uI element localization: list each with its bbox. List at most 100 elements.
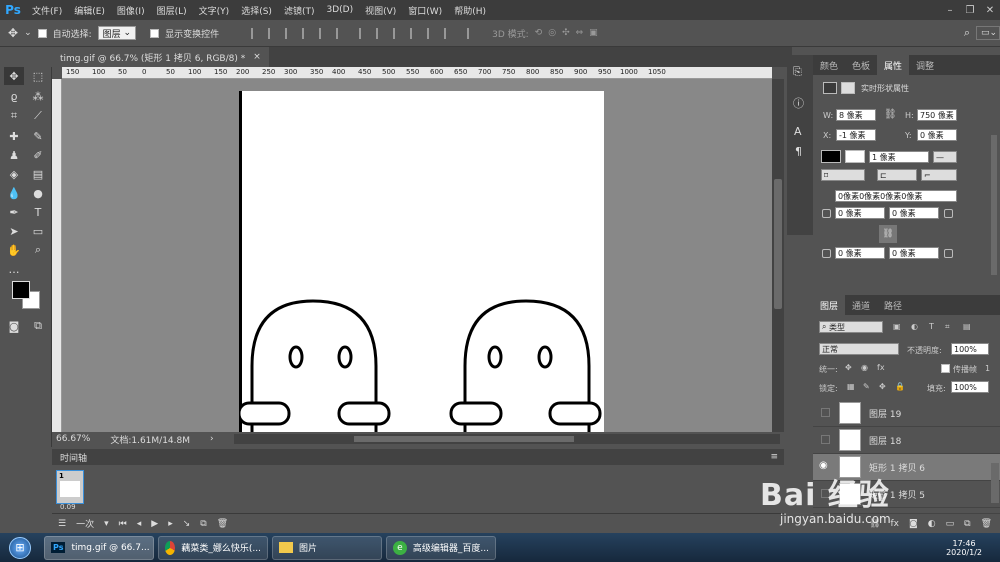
show-transform-checkbox[interactable] xyxy=(150,28,160,38)
menu-edit[interactable]: 编辑(E) xyxy=(68,4,111,17)
menu-filter[interactable]: 滤镜(T) xyxy=(278,4,321,17)
document-canvas[interactable] xyxy=(237,91,604,432)
vertical-scrollbar[interactable] xyxy=(772,79,784,432)
corner-tl-field[interactable]: 0 像素 xyxy=(835,207,885,219)
eraser-icon[interactable]: ◈ xyxy=(4,165,24,183)
layer-row[interactable]: 图层 19 xyxy=(813,400,1000,427)
3d-scale-icon[interactable]: ▣ xyxy=(589,28,598,38)
align-top-icon[interactable] xyxy=(251,27,262,39)
history-brush-icon[interactable]: ✐ xyxy=(28,146,48,164)
clone-stamp-icon[interactable]: ♟ xyxy=(4,146,24,164)
delete-layer-icon[interactable]: 🗑 xyxy=(981,519,992,529)
hscroll-thumb[interactable] xyxy=(353,436,574,442)
layers-scrollbar[interactable] xyxy=(991,463,999,503)
fill-swatch[interactable] xyxy=(821,150,841,163)
3d-slide-icon[interactable]: ⇔ xyxy=(576,28,584,38)
search-icon[interactable]: ⌕ xyxy=(964,26,970,40)
move-tool-icon[interactable]: ✥ xyxy=(8,26,18,40)
tab-channels[interactable]: 通道 xyxy=(845,295,877,315)
more-tools-icon[interactable]: … xyxy=(4,260,24,278)
close-icon[interactable]: ✕ xyxy=(980,0,1000,20)
move-tool-icon[interactable]: ✥ xyxy=(4,67,24,85)
layer-filter-dropdown[interactable]: ⌕ 类型 xyxy=(819,321,883,333)
new-group-icon[interactable]: ▭ xyxy=(946,519,955,529)
visibility-toggle[interactable] xyxy=(821,435,830,444)
width-field[interactable]: 8 像素 xyxy=(836,109,876,121)
link-icon[interactable]: ⛓ xyxy=(884,109,897,120)
lock-pixels-icon[interactable]: ✎ xyxy=(863,382,870,391)
menu-view[interactable]: 视图(V) xyxy=(359,4,402,17)
tab-layers[interactable]: 图层 xyxy=(813,295,846,315)
align-left-icon[interactable] xyxy=(302,27,313,39)
taskbar-folder[interactable]: 图片 xyxy=(272,535,382,560)
foreground-color-swatch[interactable] xyxy=(12,281,30,299)
tween-icon[interactable]: ↘ xyxy=(183,519,191,529)
zoom-tool-icon[interactable]: ⌕ xyxy=(28,241,48,259)
visibility-toggle[interactable] xyxy=(821,408,830,417)
close-tab-icon[interactable]: × xyxy=(253,52,261,62)
info-icon[interactable]: ⓘ xyxy=(793,95,804,111)
workspace-dropdown[interactable]: ▭⌄ xyxy=(976,26,1000,40)
menu-type[interactable]: 文字(Y) xyxy=(193,4,236,17)
corner-br-field[interactable]: 0 像素 xyxy=(889,247,939,259)
taskbar-editor[interactable]: e 高级编辑器_百度... xyxy=(386,535,496,560)
loop-dropdown[interactable]: 一次 xyxy=(76,517,94,530)
filter-shape-icon[interactable]: ⌗ xyxy=(945,322,950,332)
auto-align-icon[interactable] xyxy=(467,27,478,39)
rectangle-tool-icon[interactable]: ▭ xyxy=(28,222,48,240)
chevron-down-icon[interactable]: ▾ xyxy=(104,519,109,529)
add-mask-icon[interactable]: ◙ xyxy=(909,519,918,529)
distribute-vcenter-icon[interactable] xyxy=(376,27,387,39)
frame-delay[interactable]: 0.09 xyxy=(60,503,76,511)
layer-row[interactable]: 图层 18 xyxy=(813,427,1000,454)
type-tool-icon[interactable]: T xyxy=(28,203,48,221)
screen-mode-icon[interactable]: ⧉ xyxy=(28,317,48,335)
align-right-icon[interactable] xyxy=(336,27,347,39)
timeline-title[interactable]: 时间轴 xyxy=(60,451,87,464)
horizontal-scrollbar[interactable] xyxy=(233,434,780,444)
system-clock[interactable]: 17:46 2020/1/2 xyxy=(946,539,982,557)
pen-tool-icon[interactable]: ✒ xyxy=(4,203,24,221)
delete-frame-icon[interactable]: 🗑 xyxy=(217,519,228,529)
3d-rotate-icon[interactable]: ⟲ xyxy=(535,28,543,38)
height-field[interactable]: 750 像素 xyxy=(917,109,957,121)
convert-timeline-icon[interactable]: ☰ xyxy=(58,519,66,529)
menu-select[interactable]: 选择(S) xyxy=(235,4,278,17)
new-layer-icon[interactable]: ⧉ xyxy=(964,519,970,529)
y-field[interactable]: 0 像素 xyxy=(917,129,957,141)
corner-bl-field[interactable]: 0 像素 xyxy=(835,247,885,259)
crop-tool-icon[interactable]: ⌗ xyxy=(4,107,24,125)
propagate-frame-checkbox[interactable] xyxy=(941,364,950,373)
hand-tool-icon[interactable]: ✋ xyxy=(4,241,24,259)
minimize-icon[interactable]: – xyxy=(940,0,960,20)
magic-wand-icon[interactable]: ⁂ xyxy=(28,87,48,105)
unify-visibility-icon[interactable]: ◉ xyxy=(861,363,868,372)
menu-help[interactable]: 帮助(H) xyxy=(448,4,492,17)
menu-file[interactable]: 文件(F) xyxy=(26,4,68,17)
gradient-icon[interactable]: ▤ xyxy=(28,165,48,183)
new-adjustment-icon[interactable]: ◐ xyxy=(928,519,936,529)
dodge-tool-icon[interactable]: ● xyxy=(28,184,48,202)
scroll-thumb[interactable] xyxy=(774,179,782,309)
document-tab[interactable]: timg.gif @ 66.7% (矩形 1 拷贝 6, RGB/8) * × xyxy=(52,47,269,67)
tab-properties[interactable]: 属性 xyxy=(877,55,910,75)
taskbar-photoshop[interactable]: Ps timg.gif @ 66.7... xyxy=(44,535,154,560)
filter-adjust-icon[interactable]: ◐ xyxy=(911,322,918,331)
mask-properties-icon[interactable] xyxy=(841,82,855,94)
link-corners-icon[interactable]: ⛓ xyxy=(879,225,897,243)
tab-paths[interactable]: 路径 xyxy=(877,295,909,315)
shape-properties-icon[interactable] xyxy=(823,82,837,94)
corners-all-field[interactable]: 0像素0像素0像素0像素 xyxy=(835,190,957,202)
duplicate-frame-icon[interactable]: ⧉ xyxy=(200,519,206,529)
paragraph-icon[interactable]: ¶ xyxy=(795,145,802,158)
restore-icon[interactable]: ❐ xyxy=(960,0,980,20)
fill-field[interactable]: 100% xyxy=(951,381,989,393)
distribute-left-icon[interactable] xyxy=(410,27,421,39)
lasso-tool-icon[interactable]: ϱ xyxy=(4,87,24,105)
blur-tool-icon[interactable]: 💧 xyxy=(4,184,24,202)
props-scrollbar[interactable] xyxy=(991,135,997,275)
quick-mask-icon[interactable]: ◙ xyxy=(4,317,24,335)
auto-select-checkbox[interactable] xyxy=(37,28,47,38)
opacity-field[interactable]: 100% xyxy=(951,343,989,355)
tab-color[interactable]: 颜色 xyxy=(813,55,845,75)
